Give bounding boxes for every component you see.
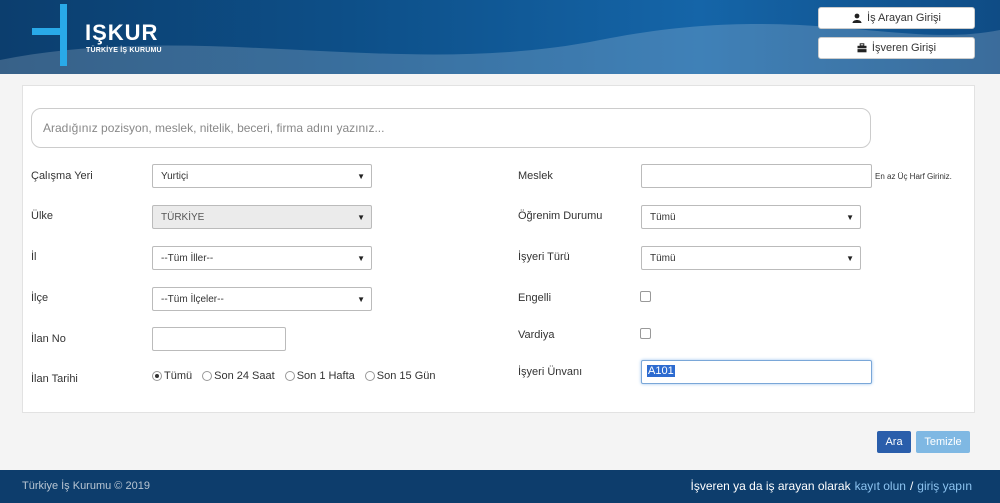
chevron-down-icon: ▼ xyxy=(846,254,854,263)
chevron-down-icon: ▼ xyxy=(357,254,365,263)
copyright-text: Türkiye İş Kurumu © 2019 xyxy=(22,480,150,492)
search-input[interactable]: Aradığınız pozisyon, meslek, nitelik, be… xyxy=(31,108,871,148)
disabled-label: Engelli xyxy=(518,292,552,304)
district-select[interactable]: --Tüm İlçeler-- ▼ xyxy=(152,287,372,311)
country-label: Ülke xyxy=(31,210,54,222)
education-value: Tümü xyxy=(650,211,676,223)
work-location-select[interactable]: Yurtiçi ▼ xyxy=(152,164,372,188)
footer: Türkiye İş Kurumu © 2019 İşveren ya da i… xyxy=(0,470,1000,503)
clear-button[interactable]: Temizle xyxy=(916,431,970,453)
workplace-title-value: A101 xyxy=(647,365,675,377)
listing-date-label: İlan Tarihi xyxy=(31,373,78,385)
footer-cta-text: İşveren ya da iş arayan olarak xyxy=(690,479,851,493)
chevron-down-icon: ▼ xyxy=(357,213,365,222)
workplace-title-label: İşyeri Ünvanı xyxy=(518,366,583,378)
search-placeholder: Aradığınız pozisyon, meslek, nitelik, be… xyxy=(43,121,385,135)
iskur-logo-mark-icon xyxy=(32,4,67,66)
radio-last-week[interactable]: Son 1 Hafta xyxy=(284,370,355,382)
logo-title: IŞKUR xyxy=(85,20,159,45)
disabled-checkbox[interactable] xyxy=(640,291,651,302)
work-location-label: Çalışma Yeri xyxy=(31,170,93,182)
job-seeker-login-button[interactable]: İş Arayan Girişi xyxy=(818,7,975,29)
radio-last-week-label: Son 1 Hafta xyxy=(296,370,355,382)
workplace-type-label: İşyeri Türü xyxy=(518,251,570,263)
province-value: --Tüm İller-- xyxy=(161,252,214,264)
listing-date-radio-group: Tümü Son 24 Saat Son 1 Hafta Son 15 Gün xyxy=(152,370,446,382)
login-link[interactable]: giriş yapın xyxy=(917,479,972,493)
work-location-value: Yurtiçi xyxy=(161,170,189,182)
radio-last-24h[interactable]: Son 24 Saat xyxy=(202,370,275,382)
workplace-type-select[interactable]: Tümü ▼ xyxy=(641,246,861,270)
listing-no-label: İlan No xyxy=(31,333,66,345)
profession-hint: En az Üç Harf Giriniz. xyxy=(875,172,952,181)
briefcase-icon xyxy=(857,43,867,53)
footer-cta: İşveren ya da iş arayan olarak kayıt olu… xyxy=(690,479,972,493)
country-select: TÜRKİYE ▼ xyxy=(152,205,372,229)
logo-subtitle: TÜRKİYE İŞ KURUMU xyxy=(86,47,162,54)
chevron-down-icon: ▼ xyxy=(357,172,365,181)
shift-label: Vardiya xyxy=(518,329,555,341)
profession-input[interactable] xyxy=(641,164,872,188)
employer-login-label: İşveren Girişi xyxy=(871,42,937,54)
province-label: İl xyxy=(31,251,37,263)
shift-checkbox[interactable] xyxy=(640,328,651,339)
radio-dot xyxy=(364,371,375,381)
education-label: Öğrenim Durumu xyxy=(518,210,603,222)
listing-no-input[interactable] xyxy=(152,327,286,351)
user-icon xyxy=(852,13,862,23)
province-select[interactable]: --Tüm İller-- ▼ xyxy=(152,246,372,270)
workplace-title-input[interactable]: A101 xyxy=(641,360,872,384)
footer-separator: / xyxy=(909,479,914,493)
radio-last-15-days-label: Son 15 Gün xyxy=(376,370,436,382)
radio-dot xyxy=(202,371,213,381)
education-select[interactable]: Tümü ▼ xyxy=(641,205,861,229)
radio-last-15-days[interactable]: Son 15 Gün xyxy=(364,370,436,382)
radio-last-24h-label: Son 24 Saat xyxy=(214,370,275,382)
job-seeker-login-label: İş Arayan Girişi xyxy=(867,12,941,24)
radio-all-label: Tümü xyxy=(164,370,193,382)
workplace-type-value: Tümü xyxy=(650,252,676,264)
chevron-down-icon: ▼ xyxy=(357,295,365,304)
employer-login-button[interactable]: İşveren Girişi xyxy=(818,37,975,59)
district-value: --Tüm İlçeler-- xyxy=(161,293,224,305)
country-value: TÜRKİYE xyxy=(161,211,205,223)
radio-all[interactable]: Tümü xyxy=(152,370,192,382)
chevron-down-icon: ▼ xyxy=(846,213,854,222)
header: IŞKUR TÜRKİYE İŞ KURUMU İş Arayan Girişi… xyxy=(0,0,1000,74)
search-button[interactable]: Ara xyxy=(877,431,911,453)
radio-dot-selected xyxy=(152,371,162,381)
radio-dot xyxy=(284,371,295,381)
profession-label: Meslek xyxy=(518,170,553,182)
iskur-logo[interactable]: IŞKUR TÜRKİYE İŞ KURUMU xyxy=(30,4,170,68)
register-link[interactable]: kayıt olun xyxy=(855,479,906,493)
district-label: İlçe xyxy=(31,292,49,304)
